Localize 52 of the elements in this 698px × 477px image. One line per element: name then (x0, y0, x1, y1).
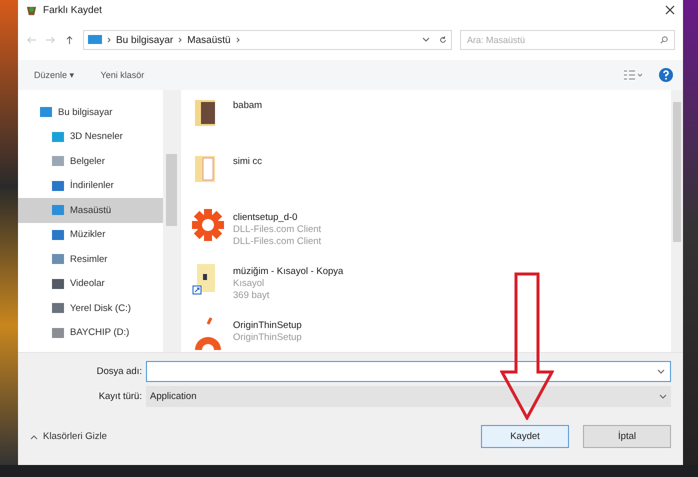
file-name[interactable]: OriginThinSetup (233, 320, 302, 332)
file-detail: Kısayol (233, 278, 266, 290)
file-name-label: Dosya adı: (96, 366, 143, 377)
file-type-label: Kayıt türü: (98, 391, 143, 402)
sidebar-item[interactable]: Belgeler (18, 149, 163, 174)
refresh-icon[interactable] (439, 36, 447, 44)
sidebar-item[interactable]: İndirilenler (18, 174, 163, 198)
file-detail: DLL-Files.com Client (233, 224, 322, 236)
file-detail: DLL-Files.com Client (233, 236, 322, 248)
hide-folders-toggle[interactable]: Klasörleri Gizle (30, 431, 107, 442)
chevron-icon[interactable] (178, 37, 182, 43)
dropdown-icon[interactable] (659, 392, 667, 400)
chevron-icon[interactable] (236, 37, 240, 43)
sidebar-item[interactable]: Masaüstü (18, 198, 163, 222)
caret-icon (30, 434, 38, 440)
gear-icon (191, 208, 225, 242)
file-type-dropdown[interactable]: Application (146, 386, 671, 407)
monitor-icon (88, 35, 102, 45)
file-name-field[interactable] (146, 361, 671, 382)
dropdown-icon[interactable] (422, 36, 430, 44)
window-title: Farklı Kaydet (43, 4, 103, 16)
search-field[interactable]: Ara: Masaüstü (460, 30, 675, 50)
sidebar-item[interactable]: 3D Nesneler (18, 124, 163, 149)
sidebar-item[interactable]: Müzikler (18, 222, 163, 247)
file-detail: OriginThinSetup (233, 332, 302, 344)
organize-menu[interactable]: Düzenle ▾ (34, 70, 75, 80)
sidebar-item[interactable]: Bu bilgisayar (18, 100, 163, 124)
help-icon[interactable] (659, 68, 673, 82)
dropdown-icon[interactable] (657, 368, 665, 376)
scrollbar[interactable] (671, 90, 683, 352)
view-options-icon[interactable] (623, 70, 643, 80)
sidebar-item[interactable]: BAYCHIP (D:) (18, 320, 163, 345)
search-icon (660, 36, 668, 44)
file-name[interactable]: clientsetup_d-0 (233, 212, 322, 224)
close-icon[interactable] (665, 5, 675, 15)
up-arrow-icon[interactable] (64, 35, 75, 45)
scrollbar[interactable] (163, 90, 180, 352)
file-name[interactable]: müziğim - Kısayol - Kopya (233, 266, 344, 278)
app-icon (26, 4, 37, 16)
new-folder-button[interactable]: Yeni klasör (100, 70, 144, 80)
file-name[interactable]: babam (233, 100, 262, 112)
sidebar-item[interactable]: Yerel Disk (C:) (18, 296, 163, 320)
breadcrumb[interactable]: Bu bilgisayar (116, 34, 174, 46)
breadcrumb[interactable]: Masaüstü (187, 34, 231, 46)
address-bar[interactable]: Bu bilgisayar Masaüstü (83, 30, 452, 50)
sidebar-item[interactable]: Resimler (18, 247, 163, 272)
save-button[interactable]: Kaydet (481, 425, 569, 448)
cancel-button[interactable]: İptal (583, 425, 671, 448)
chevron-icon[interactable] (107, 37, 111, 43)
file-detail: 369 bayt (233, 290, 270, 302)
sidebar-item[interactable]: Videolar (18, 272, 163, 296)
file-name[interactable]: simi cc (233, 156, 262, 168)
